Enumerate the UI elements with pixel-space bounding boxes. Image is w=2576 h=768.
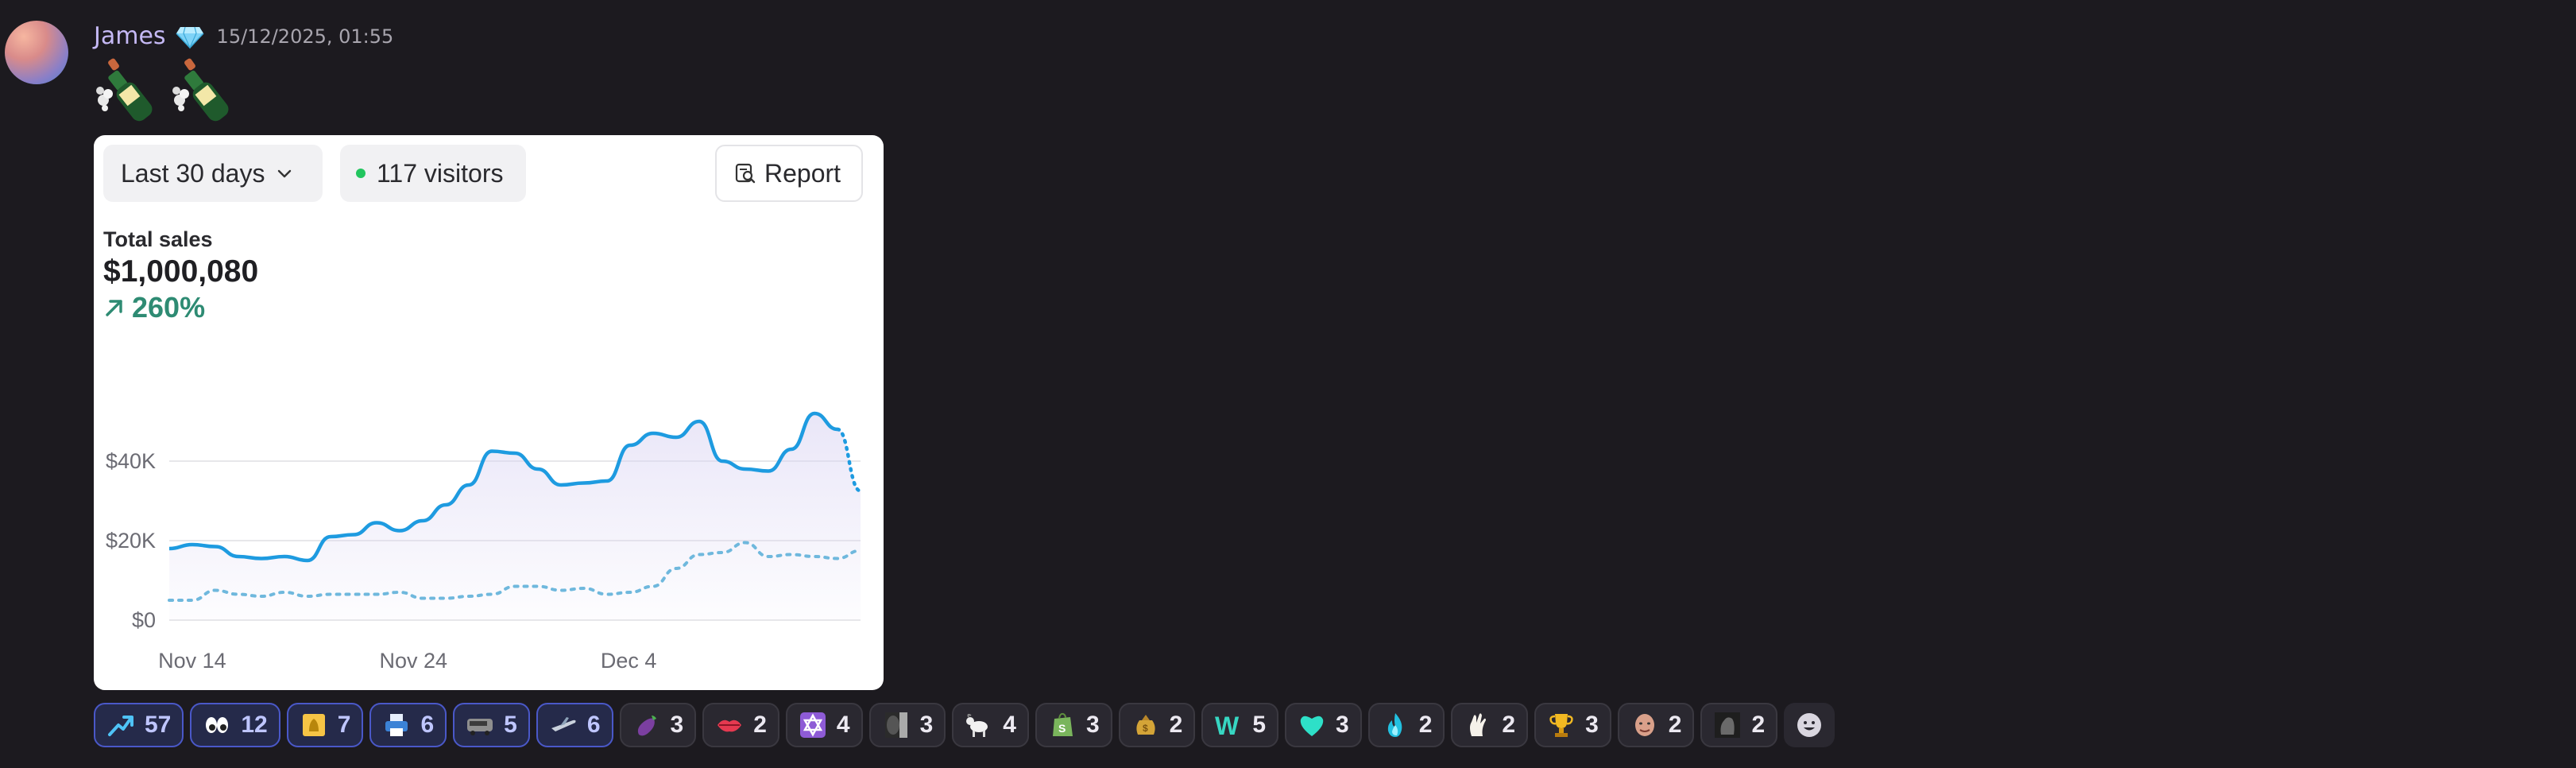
face-icon — [1630, 711, 1659, 739]
eyes-icon — [203, 711, 231, 739]
trophy-icon — [1547, 711, 1576, 739]
reaction-count: 3 — [1085, 712, 1100, 738]
reaction-count: 6 — [586, 712, 601, 738]
reaction-trophy[interactable]: 3 — [1534, 703, 1611, 747]
smiley-icon — [1795, 711, 1824, 739]
reaction-trending-up[interactable]: 57 — [94, 703, 184, 747]
timestamp: 15/12/2025, 01:55 — [216, 25, 394, 48]
reaction-count: 7 — [337, 712, 351, 738]
sales-line-chart: $0 $20K $40K Nov 14 Nov 24 Dec 4 — [106, 411, 863, 673]
x-tick-label: Dec 4 — [601, 649, 657, 673]
gold-bag-icon — [300, 711, 328, 739]
w-letter-icon: W — [1214, 711, 1243, 739]
y-tick-label: $40K — [106, 449, 156, 473]
reaction-count: 2 — [1502, 712, 1516, 738]
reaction-w-letter[interactable]: W5 — [1201, 703, 1278, 747]
reaction-count: 3 — [919, 712, 934, 738]
reaction-count: 5 — [504, 712, 517, 738]
reaction-count: 6 — [420, 712, 435, 738]
reaction-lips[interactable]: 2 — [702, 703, 779, 747]
message-emojis — [92, 52, 237, 126]
reaction-printer[interactable]: 6 — [369, 703, 447, 747]
svg-text:W: W — [1215, 712, 1240, 739]
reaction-shadow-face[interactable]: 3 — [868, 703, 946, 747]
shopify-icon: S — [1048, 711, 1077, 739]
reaction-blue-fire[interactable]: 2 — [1367, 703, 1445, 747]
blue-fire-icon — [1381, 711, 1410, 739]
x-tick-label: Nov 14 — [158, 649, 226, 673]
reaction-count: 5 — [1252, 712, 1266, 738]
eggplant-icon — [632, 711, 661, 739]
reaction-airplane[interactable]: 6 — [536, 703, 613, 747]
diamond-icon — [176, 26, 204, 48]
add-reaction-button[interactable] — [1784, 703, 1835, 747]
reaction-count: 4 — [1003, 712, 1016, 738]
champagne-icon — [96, 58, 153, 122]
reaction-count: 3 — [670, 712, 684, 738]
reaction-count: 2 — [1169, 712, 1183, 738]
reaction-count: 2 — [1418, 712, 1433, 738]
statue-icon — [1713, 711, 1742, 739]
shadow-face-icon — [882, 711, 911, 739]
reaction-count: 2 — [1668, 712, 1682, 738]
reaction-cyan-heart[interactable]: 3 — [1285, 703, 1362, 747]
reaction-count: 4 — [836, 712, 850, 738]
reaction-count: 2 — [1751, 712, 1766, 738]
hand-icon — [1464, 711, 1492, 739]
reaction-statue[interactable]: 2 — [1700, 703, 1778, 747]
airplane-icon — [549, 711, 578, 739]
lips-icon — [715, 711, 744, 739]
reaction-goat[interactable]: 4 — [952, 703, 1029, 747]
y-tick-label: $20K — [106, 529, 156, 553]
reaction-hand[interactable]: 2 — [1451, 703, 1529, 747]
series-area — [169, 413, 861, 620]
reaction-count: 12 — [241, 712, 268, 738]
svg-text:S: S — [1058, 722, 1066, 735]
x-tick-label: Nov 24 — [380, 649, 448, 673]
reaction-bus[interactable]: 5 — [453, 703, 530, 747]
reaction-shopify[interactable]: S3 — [1035, 703, 1112, 747]
reaction-count: 3 — [1336, 712, 1349, 738]
champagne-icon — [172, 58, 229, 122]
author-name[interactable]: James — [94, 22, 166, 50]
reaction-money-bag[interactable]: $2 — [1118, 703, 1196, 747]
star-of-david-icon — [799, 711, 827, 739]
printer-icon — [382, 711, 411, 739]
goat-icon — [965, 711, 993, 739]
reaction-eyes[interactable]: 12 — [190, 703, 280, 747]
reaction-gold-bag[interactable]: 7 — [286, 703, 364, 747]
y-tick-label: $0 — [132, 608, 156, 632]
bus-icon — [466, 711, 494, 739]
reaction-star-of-david[interactable]: 4 — [785, 703, 863, 747]
trending-up-icon — [106, 711, 135, 739]
cyan-heart-icon — [1298, 711, 1326, 739]
sales-card: Last 30 days 117 visitors Report Total s… — [94, 135, 884, 690]
reaction-count: 2 — [753, 712, 767, 738]
message-header: James 15/12/2025, 01:55 — [94, 22, 393, 50]
svg-text:$: $ — [1143, 723, 1148, 734]
reactions-bar: 57 12 7 6 5 6 3 2 4 3 4 S 3 $2 W 5 3 2 2 3 2 2 — [94, 703, 1835, 747]
money-bag-icon: $ — [1131, 711, 1160, 739]
reaction-face[interactable]: 2 — [1617, 703, 1695, 747]
reaction-eggplant[interactable]: 3 — [619, 703, 697, 747]
reaction-count: 57 — [145, 712, 172, 738]
avatar[interactable] — [5, 21, 68, 84]
reaction-count: 3 — [1585, 712, 1599, 738]
